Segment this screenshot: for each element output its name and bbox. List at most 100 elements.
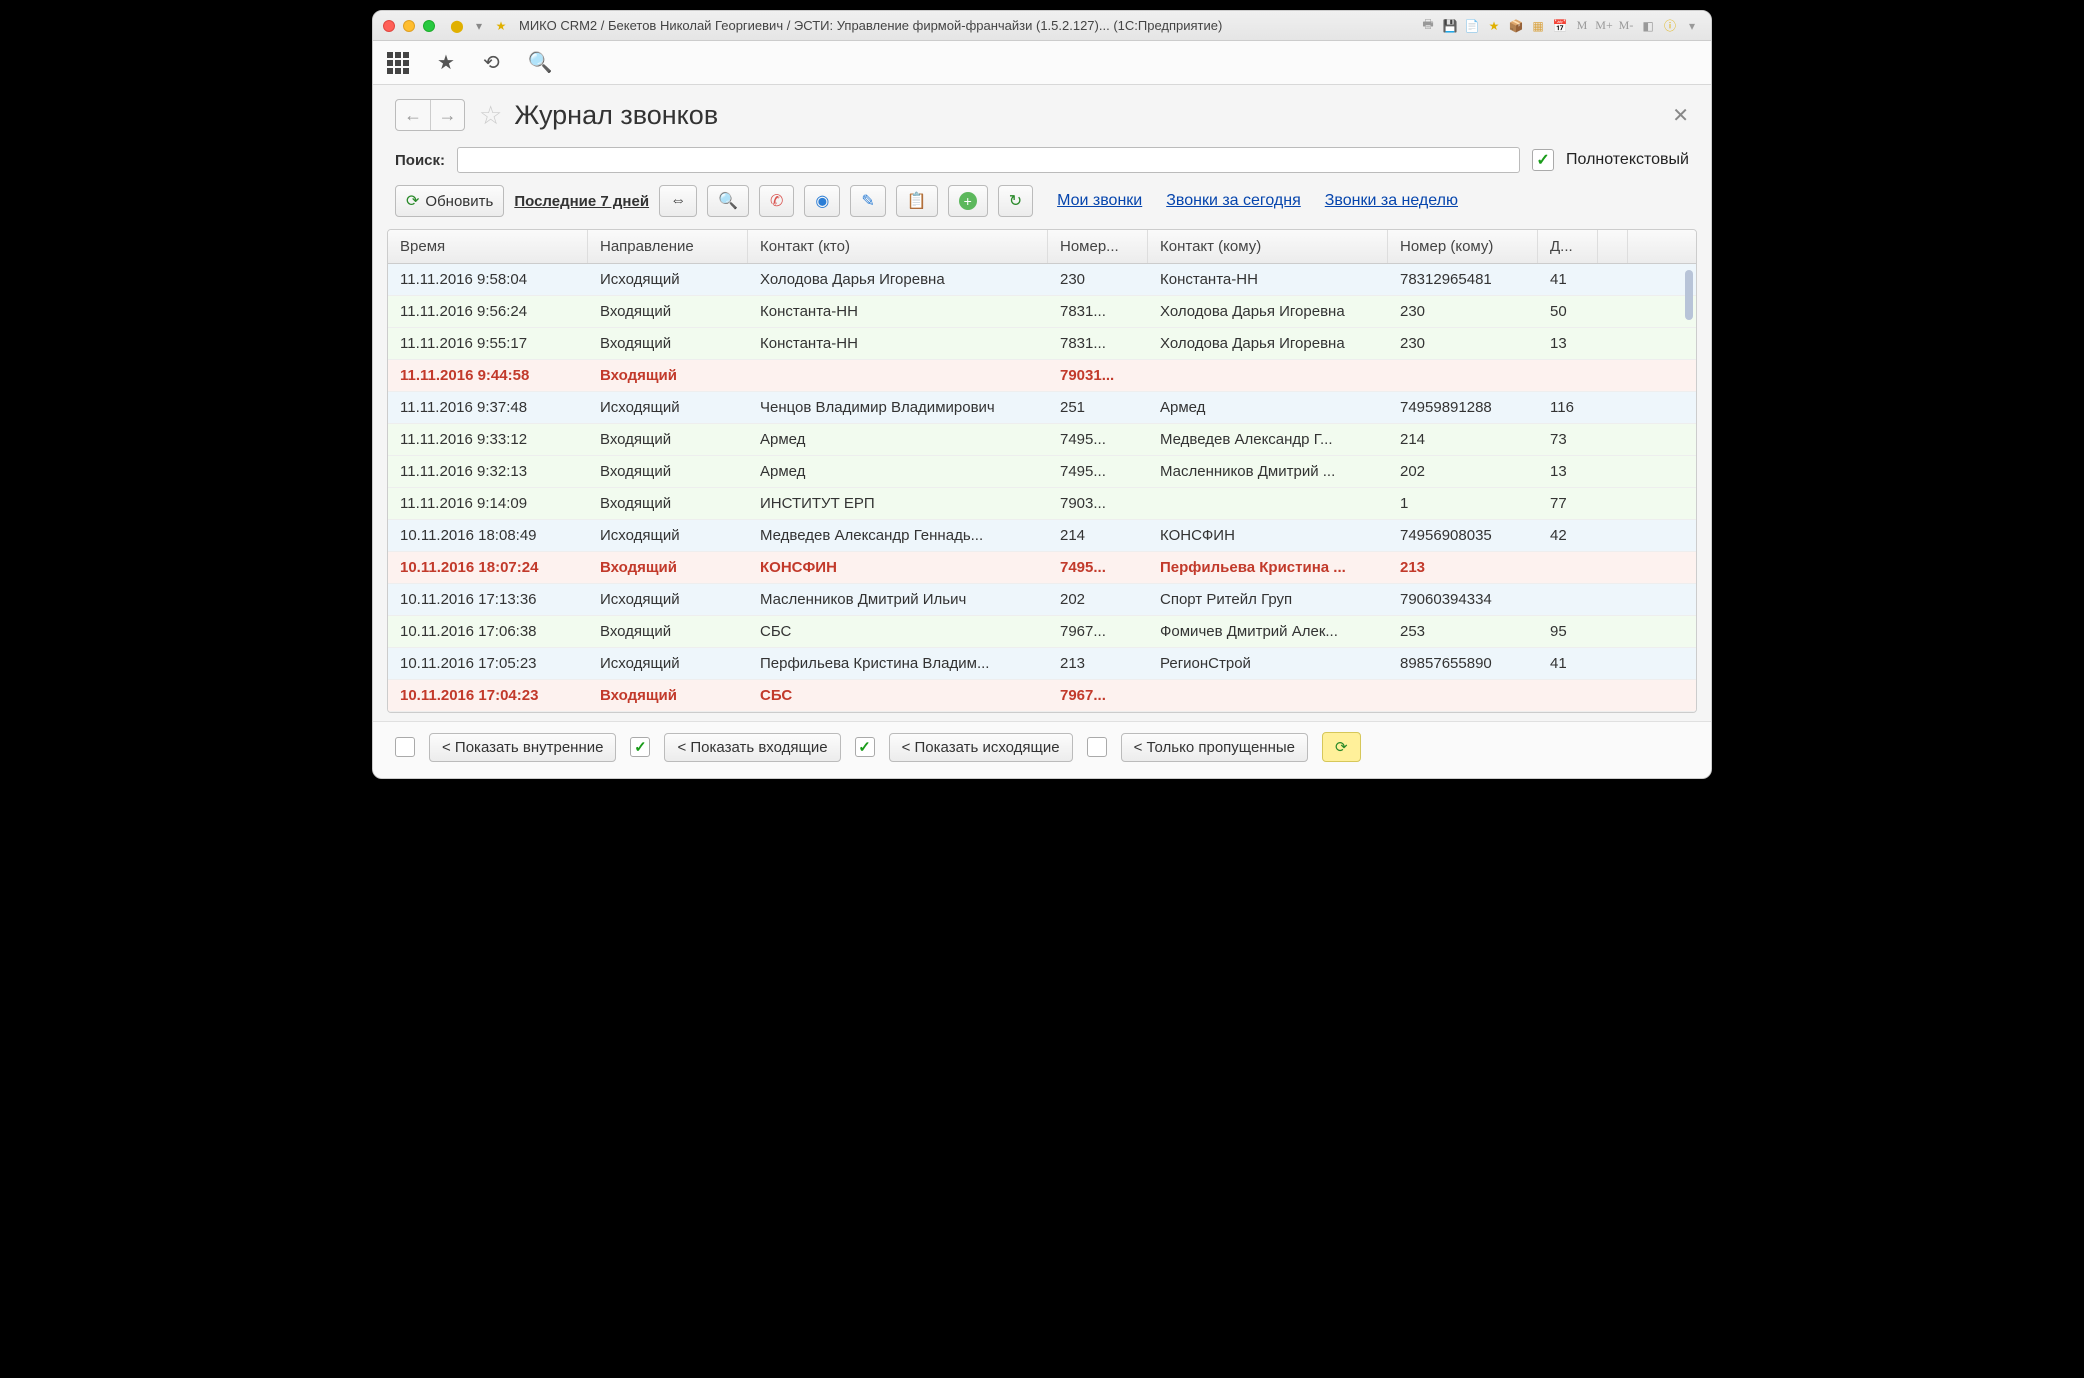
star-small-icon[interactable]: ★ xyxy=(493,18,509,34)
close-window-icon[interactable] xyxy=(383,20,395,32)
show-internal-checkbox[interactable] xyxy=(395,737,415,757)
maximize-window-icon[interactable] xyxy=(423,20,435,32)
col-contact-whom[interactable]: Контакт (кому) xyxy=(1148,230,1388,263)
close-icon[interactable]: ✕ xyxy=(1672,103,1689,128)
m-minus-icon[interactable]: M- xyxy=(1617,17,1635,35)
apps-grid-icon[interactable] xyxy=(387,52,409,74)
save-icon[interactable]: 💾 xyxy=(1441,17,1459,35)
search-input[interactable] xyxy=(457,147,1520,173)
cell-nwho: 251 xyxy=(1048,392,1148,423)
box-icon[interactable]: 📦 xyxy=(1507,17,1525,35)
play-button[interactable]: ◉ xyxy=(804,185,840,217)
table-row[interactable]: 10.11.2016 17:04:23ВходящийСБС7967... xyxy=(388,680,1696,712)
cell-cwhom: Фомичев Дмитрий Алек... xyxy=(1148,616,1388,647)
window-title: МИКО CRM2 / Бекетов Николай Георгиевич /… xyxy=(519,18,1222,33)
toolbar: ⟳Обновить Последние 7 дней ⇔ 🔍 ✆ ◉ ✎ 📋 +… xyxy=(373,185,1711,229)
cell-time: 11.11.2016 9:56:24 xyxy=(388,296,588,327)
cell-nwho: 7903... xyxy=(1048,488,1148,519)
cell-time: 11.11.2016 9:58:04 xyxy=(388,264,588,295)
cell-dir: Исходящий xyxy=(588,584,748,615)
table-row[interactable]: 10.11.2016 18:07:24ВходящийКОНСФИН7495..… xyxy=(388,552,1696,584)
table-row[interactable]: 11.11.2016 9:56:24ВходящийКонстанта-НН78… xyxy=(388,296,1696,328)
show-outgoing-button[interactable]: < Показать исходящие xyxy=(889,733,1073,762)
cell-cwho: Ченцов Владимир Владимирович xyxy=(748,392,1048,423)
search-icon[interactable]: 🔍 xyxy=(528,50,553,75)
page-header: ← → ☆ Журнал звонков ✕ xyxy=(373,85,1711,139)
table-row[interactable]: 11.11.2016 9:37:48ИсходящийЧенцов Владим… xyxy=(388,392,1696,424)
cell-pad xyxy=(1598,520,1628,551)
my-calls-link[interactable]: Мои звонки xyxy=(1057,192,1142,210)
cell-cwhom: Армед xyxy=(1148,392,1388,423)
grid-body[interactable]: 11.11.2016 9:58:04ИсходящийХолодова Дарь… xyxy=(388,264,1696,712)
calendar-icon[interactable]: 📅 xyxy=(1551,17,1569,35)
table-row[interactable]: 11.11.2016 9:32:13ВходящийАрмед7495...Ма… xyxy=(388,456,1696,488)
fav-icon[interactable]: ★ xyxy=(1485,17,1503,35)
info-icon[interactable]: ⓘ xyxy=(1661,17,1679,35)
col-contact-who[interactable]: Контакт (кто) xyxy=(748,230,1048,263)
fulltext-checkbox[interactable]: ✓ xyxy=(1532,149,1554,171)
call-button[interactable]: ✆ xyxy=(759,185,794,217)
dropdown-icon[interactable]: ▾ xyxy=(471,18,487,34)
col-number-whom[interactable]: Номер (кому) xyxy=(1388,230,1538,263)
cell-cwho xyxy=(748,360,1048,391)
cell-dir: Исходящий xyxy=(588,520,748,551)
col-direction[interactable]: Направление xyxy=(588,230,748,263)
cell-time: 10.11.2016 17:04:23 xyxy=(388,680,588,711)
table-row[interactable]: 10.11.2016 17:05:23ИсходящийПерфильева К… xyxy=(388,648,1696,680)
show-incoming-button[interactable]: < Показать входящие xyxy=(664,733,840,762)
cell-nwho: 7495... xyxy=(1048,424,1148,455)
favorites-icon[interactable]: ★ xyxy=(437,50,455,75)
forward-button[interactable]: → xyxy=(430,100,464,130)
only-missed-button[interactable]: < Только пропущенные xyxy=(1121,733,1308,762)
edit-button[interactable]: ✎ xyxy=(850,185,885,217)
panel-icon[interactable]: ◧ xyxy=(1639,17,1657,35)
refresh-button[interactable]: ⟳Обновить xyxy=(395,185,504,217)
calc-icon[interactable]: ▦ xyxy=(1529,17,1547,35)
table-row[interactable]: 11.11.2016 9:33:12ВходящийАрмед7495...Ме… xyxy=(388,424,1696,456)
minimize-window-icon[interactable] xyxy=(403,20,415,32)
cell-cwhom: Медведев Александр Г... xyxy=(1148,424,1388,455)
favorite-star-icon[interactable]: ☆ xyxy=(479,100,502,131)
col-time[interactable]: Время xyxy=(388,230,588,263)
cell-nwhom: 253 xyxy=(1388,616,1538,647)
col-number-who[interactable]: Номер... xyxy=(1048,230,1148,263)
table-row[interactable]: 10.11.2016 18:08:49ИсходящийМедведев Але… xyxy=(388,520,1696,552)
m-plus-icon[interactable]: M+ xyxy=(1595,17,1613,35)
cell-time: 11.11.2016 9:55:17 xyxy=(388,328,588,359)
show-internal-button[interactable]: < Показать внутренние xyxy=(429,733,616,762)
menu-chevron-icon[interactable]: ▾ xyxy=(1683,17,1701,35)
clipboard-button[interactable]: 📋 xyxy=(896,185,938,217)
cell-cwho: Армед xyxy=(748,456,1048,487)
only-missed-checkbox[interactable] xyxy=(1087,737,1107,757)
table-row[interactable]: 11.11.2016 9:14:09ВходящийИНСТИТУТ ЕРП79… xyxy=(388,488,1696,520)
copy-icon[interactable]: 📄 xyxy=(1463,17,1481,35)
week-calls-link[interactable]: Звонки за неделю xyxy=(1325,192,1458,210)
add-button[interactable]: + xyxy=(948,185,988,217)
show-incoming-checkbox[interactable] xyxy=(630,737,650,757)
find-button[interactable]: 🔍 xyxy=(707,185,749,217)
table-row[interactable]: 10.11.2016 17:06:38ВходящийСБС7967...Фом… xyxy=(388,616,1696,648)
refresh-footer-button[interactable]: ⟳ xyxy=(1322,732,1361,762)
table-row[interactable]: 11.11.2016 9:58:04ИсходящийХолодова Дарь… xyxy=(388,264,1696,296)
today-calls-link[interactable]: Звонки за сегодня xyxy=(1166,192,1301,210)
scrollbar-thumb[interactable] xyxy=(1685,270,1693,320)
cell-cwho: Медведев Александр Геннадь... xyxy=(748,520,1048,551)
history-icon[interactable]: ⟲ xyxy=(483,50,500,75)
table-row[interactable]: 11.11.2016 9:55:17ВходящийКонстанта-НН78… xyxy=(388,328,1696,360)
cell-dur: 116 xyxy=(1538,392,1598,423)
refresh-footer-icon: ⟳ xyxy=(1335,739,1348,756)
back-button[interactable]: ← xyxy=(396,100,430,130)
pencil-icon: ✎ xyxy=(861,191,874,211)
table-row[interactable]: 10.11.2016 17:13:36ИсходящийМасленников … xyxy=(388,584,1696,616)
plus-icon: + xyxy=(959,192,977,210)
show-outgoing-checkbox[interactable] xyxy=(855,737,875,757)
col-duration[interactable]: Д... xyxy=(1538,230,1598,263)
table-row[interactable]: 11.11.2016 9:44:58Входящий79031... xyxy=(388,360,1696,392)
m-icon[interactable]: M xyxy=(1573,17,1591,35)
sync-button[interactable]: ↻ xyxy=(998,185,1033,217)
print-icon[interactable]: 🖶 xyxy=(1419,17,1437,35)
period-link[interactable]: Последние 7 дней xyxy=(514,193,649,210)
move-button[interactable]: ⇔ xyxy=(659,185,697,217)
refresh-label: Обновить xyxy=(425,193,493,210)
magnifier-icon: 🔍 xyxy=(718,191,738,211)
